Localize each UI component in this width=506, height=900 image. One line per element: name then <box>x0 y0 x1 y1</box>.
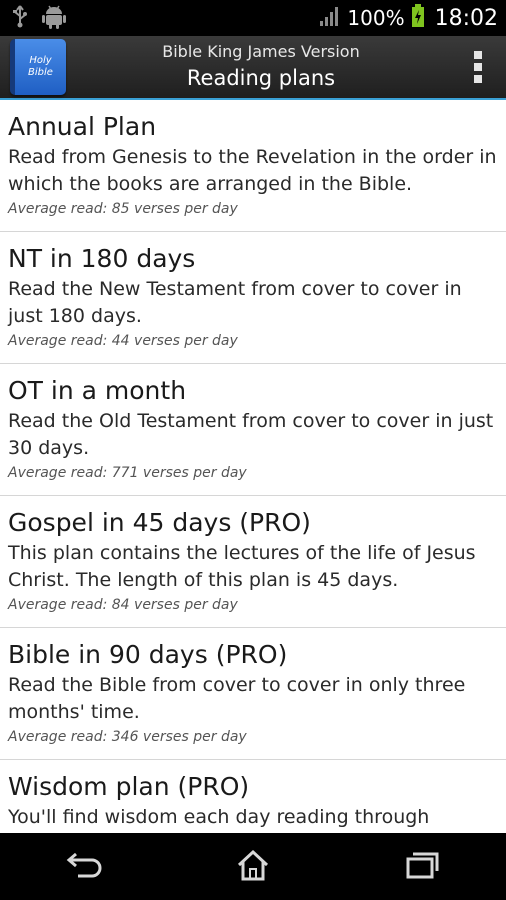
back-icon <box>66 850 102 884</box>
plan-description: Read the Bible from cover to cover in on… <box>8 674 466 723</box>
recent-apps-button[interactable] <box>382 842 462 892</box>
app-logo-line2: Bible <box>28 67 53 78</box>
plan-average: Average read: 84 verses per day <box>8 597 238 613</box>
menu-dot <box>474 63 482 71</box>
recent-apps-icon <box>404 850 440 884</box>
plan-title: Bible in 90 days (PRO) <box>8 640 288 669</box>
home-button[interactable] <box>213 842 293 892</box>
back-button[interactable] <box>44 842 124 892</box>
plan-description: You'll find wisdom each day reading thro… <box>8 806 430 828</box>
app-logo-icon[interactable]: Holy Bible <box>10 39 66 95</box>
plan-title: Gospel in 45 days (PRO) <box>8 508 311 537</box>
plan-description: Read the Old Testament from cover to cov… <box>8 410 494 459</box>
plan-description: This plan contains the lectures of the l… <box>8 542 476 591</box>
android-icon <box>42 3 66 33</box>
battery-icon <box>411 4 425 32</box>
status-notifications <box>12 3 66 33</box>
plan-title: OT in a month <box>8 376 187 405</box>
home-icon <box>235 848 271 886</box>
usb-icon <box>12 4 28 32</box>
plan-average: Average read: 346 verses per day <box>8 729 247 745</box>
menu-dot <box>474 51 482 59</box>
overflow-menu-icon[interactable] <box>456 39 500 95</box>
action-bar-titles: Bible King James Version Reading plans <box>66 41 456 93</box>
app-logo-line1: Holy <box>29 55 52 66</box>
reading-plan-list[interactable]: Annual Plan Read from Genesis to the Rev… <box>0 100 506 833</box>
plan-average: Average read: 771 verses per day <box>8 465 247 481</box>
status-system: 100% 18:02 <box>319 4 498 32</box>
navigation-bar <box>0 833 506 900</box>
plan-title: Wisdom plan (PRO) <box>8 772 250 801</box>
plan-item-nt-180[interactable]: NT in 180 days Read the New Testament fr… <box>0 232 506 364</box>
plan-title: Annual Plan <box>8 112 157 141</box>
app-subtitle: Bible King James Version <box>162 42 360 61</box>
status-time: 18:02 <box>434 5 498 31</box>
plan-item-wisdom[interactable]: Wisdom plan (PRO) You'll find wisdom eac… <box>0 760 506 833</box>
plan-description: Read the New Testament from cover to cov… <box>8 278 462 327</box>
plan-item-bible-90[interactable]: Bible in 90 days (PRO) Read the Bible fr… <box>0 628 506 760</box>
plan-title: NT in 180 days <box>8 244 196 273</box>
plan-average: Average read: 44 verses per day <box>8 333 238 349</box>
plan-item-ot-month[interactable]: OT in a month Read the Old Testament fro… <box>0 364 506 496</box>
signal-icon <box>319 5 341 31</box>
plan-description: Read from Genesis to the Revelation in t… <box>8 146 497 195</box>
page-title: Reading plans <box>186 66 336 90</box>
action-bar: Holy Bible Bible King James Version Read… <box>0 36 506 100</box>
battery-percent: 100% <box>347 6 405 30</box>
plan-average: Average read: 85 verses per day <box>8 201 238 217</box>
menu-dot <box>474 75 482 83</box>
status-bar: 100% 18:02 <box>0 0 506 36</box>
plan-item-annual[interactable]: Annual Plan Read from Genesis to the Rev… <box>0 100 506 232</box>
plan-item-gospel-45[interactable]: Gospel in 45 days (PRO) This plan contai… <box>0 496 506 628</box>
